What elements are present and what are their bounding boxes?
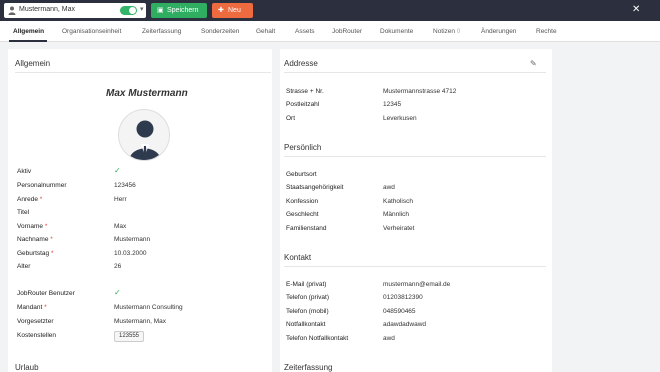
- active-check-icon: ✓: [114, 166, 121, 175]
- field-label-vorgesetzter: Vorgesetzter: [17, 318, 54, 325]
- field-value-telefon-notfallkontakt: awd: [383, 335, 395, 342]
- field-value-alter: 26: [114, 263, 122, 270]
- active-tab-indicator: [9, 40, 47, 42]
- field-value-telefon-privat: 01203812390: [383, 294, 423, 301]
- tab-jobrouter[interactable]: JobRouter: [332, 28, 362, 35]
- field-label-strasse: Strasse + Nr.: [286, 88, 324, 95]
- field-value-geschlecht: Männlich: [383, 211, 410, 218]
- field-label-geschlecht: Geschlecht: [286, 211, 319, 218]
- person-selector[interactable]: Mustermann, Max ▾: [4, 3, 146, 18]
- tab-aenderungen[interactable]: Änderungen: [481, 28, 516, 35]
- tab-allgemein[interactable]: Allgemein: [13, 28, 44, 35]
- field-label-telefon-privat: Telefon (privat): [286, 294, 329, 301]
- section-title-kontakt: Kontakt: [284, 253, 312, 262]
- field-label-email-privat: E-Mail (privat): [286, 281, 327, 288]
- field-label-titel: Titel: [17, 209, 30, 216]
- field-label-geburtstag: Geburtstag *: [17, 250, 54, 257]
- edit-icon[interactable]: ✎: [530, 59, 538, 68]
- field-label-notfallkontakt: Notfallkontakt: [286, 321, 326, 328]
- field-value-familienstand: Verheiratet: [383, 225, 415, 232]
- tab-zeiterfassung[interactable]: Zeiterfassung: [142, 28, 181, 35]
- section-title-persoenlich: Persönlich: [284, 143, 322, 152]
- field-label-staatsangehoerigkeit: Staatsangehörigkeit: [286, 184, 344, 191]
- tab-organisationseinheit[interactable]: Organisationseinheit: [62, 28, 121, 35]
- field-value-staatsangehoerigkeit: awd: [383, 184, 395, 191]
- field-label-ort: Ort: [286, 115, 296, 122]
- user-icon: [8, 6, 16, 15]
- field-value-telefon-mobil: 048590465: [383, 308, 416, 315]
- field-label-kostenstellen: Kostenstellen: [17, 332, 57, 339]
- save-icon: ▣: [157, 7, 164, 14]
- field-value-personalnummer: 123456: [114, 182, 136, 189]
- tab-bar: Allgemein Organisationseinheit Zeiterfas…: [0, 21, 660, 42]
- tab-notizen-label: Notizen: [433, 28, 456, 35]
- field-label-personalnummer: Personalnummer: [17, 182, 67, 189]
- save-button[interactable]: ▣ Speichern: [151, 3, 207, 18]
- field-value-nachname: Mustermann: [114, 236, 151, 243]
- field-label-vorname: Vorname *: [17, 223, 48, 230]
- employee-full-name: Max Mustermann: [106, 88, 188, 99]
- field-value-konfession: Katholisch: [383, 198, 413, 205]
- save-label: Speichern: [167, 7, 199, 14]
- field-value-mandant: Mustermann Consulting: [114, 304, 183, 311]
- field-label-familienstand: Familienstand: [286, 225, 327, 232]
- cost-center-chip[interactable]: 123555: [114, 331, 144, 342]
- add-user-icon: ✚: [218, 7, 224, 14]
- field-label-mandant: Mandant *: [17, 304, 47, 311]
- divider: [15, 72, 271, 73]
- field-value-notfallkontakt: adawdadwawd: [383, 321, 427, 328]
- field-value-postleitzahl: 12345: [383, 101, 402, 108]
- section-title-adresse: Addresse: [284, 59, 318, 68]
- new-label: Neu: [228, 7, 241, 14]
- person-name: Mustermann, Max: [19, 6, 76, 13]
- field-value-geburtstag: 10.03.2000: [114, 250, 147, 257]
- top-bar: Mustermann, Max ▾ ▣ Speichern ✚ Neu ✕: [0, 0, 660, 21]
- field-label-jobrouter-benutzer: JobRouter Benutzer: [17, 290, 75, 297]
- field-label-geburtsort: Geburtsort: [286, 171, 317, 178]
- close-icon[interactable]: ✕: [632, 4, 640, 15]
- field-label-telefon-mobil: Telefon (mobil): [286, 308, 329, 315]
- section-title-urlaub: Urlaub: [15, 363, 39, 372]
- field-label-alter: Alter: [17, 263, 31, 270]
- active-toggle[interactable]: [120, 6, 137, 15]
- field-label-anrede: Anrede *: [17, 196, 43, 203]
- tab-rechte[interactable]: Rechte: [536, 28, 557, 35]
- tab-dokumente[interactable]: Dokumente: [380, 28, 413, 35]
- jobrouter-check-icon: ✓: [114, 288, 121, 297]
- tab-assets[interactable]: Assets: [295, 28, 315, 35]
- divider: [284, 266, 546, 267]
- field-value-vorgesetzter: Mustermann, Max: [114, 318, 167, 325]
- chevron-down-icon[interactable]: ▾: [140, 5, 144, 13]
- avatar[interactable]: [118, 109, 170, 161]
- tab-notizen[interactable]: Notizen 0: [433, 28, 460, 35]
- field-value-vorname: Max: [114, 223, 127, 230]
- divider: [284, 156, 546, 157]
- notes-count-badge: 0: [456, 29, 461, 35]
- tab-gehalt[interactable]: Gehalt: [256, 28, 275, 35]
- field-label-nachname: Nachname *: [17, 236, 53, 243]
- section-title-zeiterfassung: Zeiterfassung: [284, 363, 333, 372]
- field-label-aktiv: Aktiv: [17, 168, 32, 175]
- field-label-telefon-notfallkontakt: Telefon Notfallkontakt: [286, 335, 349, 342]
- section-title-allgemein: Allgemein: [15, 59, 51, 68]
- new-button[interactable]: ✚ Neu: [212, 3, 253, 18]
- field-label-konfession: Konfession: [286, 198, 319, 205]
- field-value-anrede: Herr: [114, 196, 127, 203]
- field-value-strasse: Mustermannstrasse 4712: [383, 88, 457, 95]
- tab-sonderzeiten[interactable]: Sonderzeiten: [201, 28, 239, 35]
- field-value-email-privat: mustermann@email.de: [383, 281, 451, 288]
- field-label-postleitzahl: Postleitzahl: [286, 101, 320, 108]
- field-value-ort: Leverkusen: [383, 115, 417, 122]
- divider: [284, 72, 546, 73]
